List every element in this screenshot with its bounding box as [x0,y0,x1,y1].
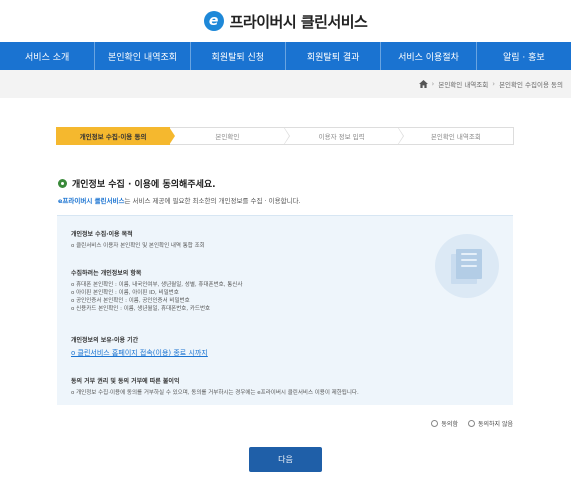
intro-rest: 는 서비스 제공에 필요한 최소한의 개인정보를 수집 · 이용합니다. [124,197,301,205]
refusal-text: o 개인정보 수집·이용에 동의를 거부하실 수 있으며, 동의를 거부하시는 … [71,390,359,396]
items-line: o 아이핀 본인확인 : 이름, 아이핀 ID, 비밀번호 [71,290,179,296]
step-arrow-inner [397,128,403,144]
intro-brand: e프라이버시 클린서비스 [58,197,125,205]
intro-text: e프라이버시 클린서비스는 서비스 제공에 필요한 최소한의 개인정보를 수집 … [58,195,301,205]
disagree-radio[interactable]: 동의하지 않음 [467,419,513,428]
step-label: 개인정보 수집·이용 동의 [79,133,147,141]
retention-block: 개인정보의 보유·이용 기간 o 클린서비스 홈페이지 접속(이용) 종료 시까… [71,335,208,358]
items-line: o 공인인증서 본인확인 : 이름, 공인인증서 비밀번호 [71,298,190,304]
agree-label[interactable]: 동의함 [441,419,458,428]
section-title: 개인정보 수집 · 이용에 동의해주세요. [72,180,216,190]
consent-radio-group: 동의함 동의하지 않음 [431,419,513,428]
refusal-block: 동의 거부 권리 및 동의 거부에 따른 불이익 o 개인정보 수집·이용에 동… [71,376,359,397]
items-line: o 휴대폰 본인확인 : 이름, 내국인여부, 생년월일, 성별, 휴대폰번호,… [71,282,243,288]
nav-item-notice[interactable]: 알림 · 홍보 [477,42,571,70]
consent-info-panel: 개인정보 수집·이용 목적 o 클린서비스 이용자 본인확인 및 본인확인 내역… [57,215,513,405]
purpose-block: 개인정보 수집·이용 목적 o 클린서비스 이용자 본인확인 및 본인확인 내역… [71,229,205,250]
retention-title: 개인정보의 보유·이용 기간 [71,337,139,344]
items-block: 수집하려는 개인정보의 항목 o 휴대폰 본인확인 : 이름, 내국인여부, 생… [71,268,242,313]
chevron-right-icon: › [492,80,496,88]
items-line: o 신용카드 본인확인 : 이름, 생년월일, 휴대폰번호, 카드번호 [71,306,211,312]
step-user-info: 이용자 정보 입력 [284,127,404,145]
refusal-title: 동의 거부 권리 및 동의 거부에 따른 불이익 [71,378,180,385]
purpose-text: o 클린서비스 이용자 본인확인 및 본인확인 내역 통합 조회 [71,243,205,249]
bullet-circle-icon [58,179,67,188]
nav-item-withdrawal-request[interactable]: 회원탈퇴 신청 [191,42,286,70]
purpose-title: 개인정보 수집·이용 목적 [71,231,133,238]
logo-icon[interactable]: e [203,11,224,31]
site-title[interactable]: 프라이버시 클린서비스 [230,11,368,32]
progress-steps: 개인정보 수집·이용 동의 본인확인 이용자 정보 입력 본인확인 내역조회 [56,127,514,145]
step-arrow-inner [283,128,289,144]
step-history: 본인확인 내역조회 [398,127,514,145]
section-heading: 개인정보 수집 · 이용에 동의해주세요. [58,177,216,190]
items-title: 수집하려는 개인정보의 항목 [71,270,142,277]
nav-item-withdrawal-result[interactable]: 회원탈퇴 결과 [286,42,382,70]
step-label: 이용자 정보 입력 [318,133,365,141]
site-header: e 프라이버시 클린서비스 [0,0,571,42]
breadcrumb-current: 본인확인 수집이용 동의 [499,81,563,89]
retention-link[interactable]: o 클린서비스 홈페이지 접속(이용) 종료 시까지 [71,348,208,358]
nav-item-usage-procedure[interactable]: 서비스 이용절차 [381,42,477,70]
breadcrumb: › 본인확인 내역조회 › 본인확인 수집이용 동의 [0,70,571,98]
nav-item-service-intro[interactable]: 서비스 소개 [0,42,96,70]
main-nav: 서비스 소개 본인확인 내역조회 회원탈퇴 신청 회원탈퇴 결과 서비스 이용절… [0,42,571,70]
agree-radio[interactable]: 동의함 [431,419,458,428]
step-verification: 본인확인 [170,127,290,145]
radio-circle-icon[interactable] [431,420,439,427]
home-icon[interactable] [418,80,428,88]
radio-circle-icon[interactable] [467,420,475,427]
step-label: 본인확인 내역조회 [430,133,481,141]
next-button[interactable]: 다음 [249,447,322,472]
step-consent: 개인정보 수집·이용 동의 [56,127,176,145]
breadcrumb-item[interactable]: 본인확인 내역조회 [438,79,488,89]
step-label: 본인확인 [215,133,240,141]
chevron-right-icon: › [431,80,435,88]
document-icon [435,234,499,298]
disagree-label[interactable]: 동의하지 않음 [478,419,513,428]
step-arrow [169,127,176,145]
nav-item-verification-history[interactable]: 본인확인 내역조회 [95,42,191,70]
